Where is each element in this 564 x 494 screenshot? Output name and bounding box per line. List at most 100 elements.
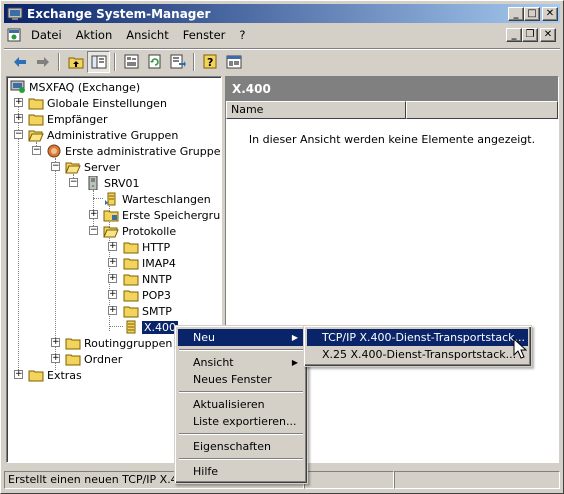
- collapse-toggle[interactable]: −: [89, 226, 98, 235]
- expand-toggle[interactable]: +: [108, 258, 117, 267]
- tree-node-ordner[interactable]: Ordner: [65, 351, 122, 367]
- menu-datei[interactable]: Datei: [24, 28, 69, 42]
- mdi-restore-button[interactable]: ❐: [522, 28, 538, 42]
- menu-item-neues-fenster[interactable]: Neues Fenster: [178, 371, 304, 388]
- menu-item-aktualisieren[interactable]: Aktualisieren: [178, 396, 304, 413]
- expand-toggle[interactable]: +: [51, 354, 60, 363]
- menu-item-ansicht[interactable]: Ansicht ▶: [178, 354, 304, 371]
- close-button[interactable]: ✕: [542, 6, 558, 21]
- status-text-main: Erstellt einen neuen TCP/IP X.400-: [8, 473, 196, 486]
- tree-node-warteschlangen[interactable]: Warteschlangen: [103, 191, 211, 207]
- expand-toggle[interactable]: +: [14, 370, 23, 379]
- tree-label: Warteschlangen: [122, 192, 211, 206]
- mdi-close-button[interactable]: ✕: [540, 28, 556, 42]
- menu-item-neu[interactable]: Neu ▶: [178, 329, 304, 346]
- folder-icon: [28, 370, 44, 382]
- tree-node-smtp[interactable]: SMTP: [123, 303, 172, 319]
- menu-separator: [178, 430, 304, 438]
- collapse-toggle[interactable]: −: [32, 146, 41, 155]
- tree-node-routinggruppen[interactable]: Routinggruppen: [65, 335, 172, 351]
- open-folder-icon: [65, 162, 81, 174]
- tree-node-root[interactable]: MSXFAQ (Exchange): [10, 79, 140, 95]
- empty-view-message: In dieser Ansicht werden keine Elemente …: [248, 133, 536, 146]
- tree-node-erste-speichergruppe[interactable]: Erste Speichergrupp: [103, 207, 221, 223]
- properties-button[interactable]: [120, 51, 143, 73]
- back-icon: [13, 56, 26, 67]
- menu-item-hilfe[interactable]: Hilfe: [178, 463, 304, 480]
- collapse-toggle[interactable]: −: [69, 178, 78, 187]
- expand-toggle[interactable]: +: [14, 114, 23, 123]
- tree-node-nntp[interactable]: NNTP: [123, 271, 172, 287]
- menu-item-eigenschaften[interactable]: Eigenschaften: [178, 438, 304, 455]
- expand-toggle[interactable]: +: [89, 210, 98, 219]
- console-button[interactable]: [222, 51, 245, 73]
- collapse-toggle[interactable]: −: [14, 130, 23, 139]
- tree-node-x400[interactable]: X.400: [123, 319, 179, 335]
- tree-label-selected: X.400: [142, 320, 179, 334]
- mdi-minimize-button[interactable]: _: [506, 28, 522, 42]
- show-tree-button[interactable]: [87, 50, 110, 73]
- svg-text:?: ?: [207, 56, 213, 69]
- admin-group-icon: [47, 144, 61, 158]
- tree-node-erste-administrative-gruppe[interactable]: Erste administrative Gruppe: [46, 143, 221, 159]
- mdi-window-buttons: _ ❐ ✕: [506, 28, 556, 42]
- tree-node-pop3[interactable]: POP3: [123, 287, 171, 303]
- folder-icon: [65, 354, 81, 366]
- export-list-icon: [170, 54, 186, 69]
- menu-item-liste-exportieren[interactable]: Liste exportieren...: [178, 413, 304, 430]
- column-header-empty[interactable]: [406, 101, 558, 119]
- tree-node-http[interactable]: HTTP: [123, 239, 170, 255]
- expand-toggle[interactable]: +: [108, 242, 117, 251]
- expand-toggle[interactable]: +: [108, 306, 117, 315]
- submenu-neu: TCP/IP X.400-Dienst-Transportstack... X.…: [303, 325, 532, 367]
- forward-icon: [36, 56, 49, 67]
- menu-item-label: Neu: [193, 331, 215, 344]
- expand-toggle[interactable]: +: [51, 338, 60, 347]
- tree-node-extras[interactable]: Extras: [28, 367, 82, 383]
- submenu-item-tcpip-x400[interactable]: TCP/IP X.400-Dienst-Transportstack...: [307, 329, 528, 346]
- expand-toggle[interactable]: +: [108, 290, 117, 299]
- menu-fenster[interactable]: Fenster: [176, 28, 233, 42]
- tree-node-administrative-gruppen[interactable]: Administrative Gruppen: [28, 127, 178, 143]
- folder-icon: [123, 242, 139, 254]
- tree-node-server[interactable]: Server: [65, 159, 120, 175]
- menu-separator: [178, 455, 304, 463]
- tree-node-srv01[interactable]: SRV01: [85, 175, 140, 191]
- tree-node-imap4[interactable]: IMAP4: [123, 255, 176, 271]
- column-header-row: Name: [226, 101, 558, 119]
- tree-label: MSXFAQ (Exchange): [29, 80, 141, 94]
- export-list-button[interactable]: [166, 51, 189, 73]
- folder-icon: [123, 274, 139, 286]
- submenu-item-x25-x400[interactable]: X.25 X.400-Dienst-Transportstack...: [307, 346, 528, 363]
- minimize-button[interactable]: _: [508, 6, 524, 21]
- menu-help[interactable]: ?: [232, 28, 252, 42]
- maximize-button[interactable]: □: [524, 6, 540, 21]
- tree-node-globale-einstellungen[interactable]: Globale Einstellungen: [28, 95, 167, 111]
- collapse-toggle[interactable]: −: [51, 162, 60, 171]
- tree-node-protokolle[interactable]: Protokolle: [103, 223, 176, 239]
- menu-aktion[interactable]: Aktion: [69, 28, 120, 42]
- folder-icon: [28, 98, 44, 110]
- tree-line: [93, 198, 103, 199]
- forward-button[interactable]: [31, 51, 54, 73]
- console-doc-icon[interactable]: [6, 27, 22, 43]
- expand-toggle[interactable]: +: [14, 98, 23, 107]
- up-level-button[interactable]: [64, 51, 87, 73]
- tree-node-empfaenger[interactable]: Empfänger: [28, 111, 108, 127]
- column-header-name[interactable]: Name: [226, 101, 406, 119]
- open-folder-icon: [103, 226, 119, 238]
- status-panel-3: [394, 471, 560, 489]
- queue-icon: [105, 192, 116, 206]
- tree-label: IMAP4: [142, 256, 176, 270]
- expand-toggle[interactable]: +: [108, 274, 117, 283]
- title-bar[interactable]: Exchange System-Manager _ □ ✕: [4, 4, 560, 23]
- menu-separator: [178, 388, 304, 396]
- tree-label: Server: [84, 160, 121, 174]
- refresh-button[interactable]: [143, 51, 166, 73]
- menu-ansicht[interactable]: Ansicht: [119, 28, 175, 42]
- refresh-icon: [148, 54, 160, 69]
- folder-icon: [123, 306, 139, 318]
- x400-connector-icon: [126, 320, 136, 334]
- back-button[interactable]: [8, 51, 31, 73]
- help-button[interactable]: ?: [199, 51, 222, 73]
